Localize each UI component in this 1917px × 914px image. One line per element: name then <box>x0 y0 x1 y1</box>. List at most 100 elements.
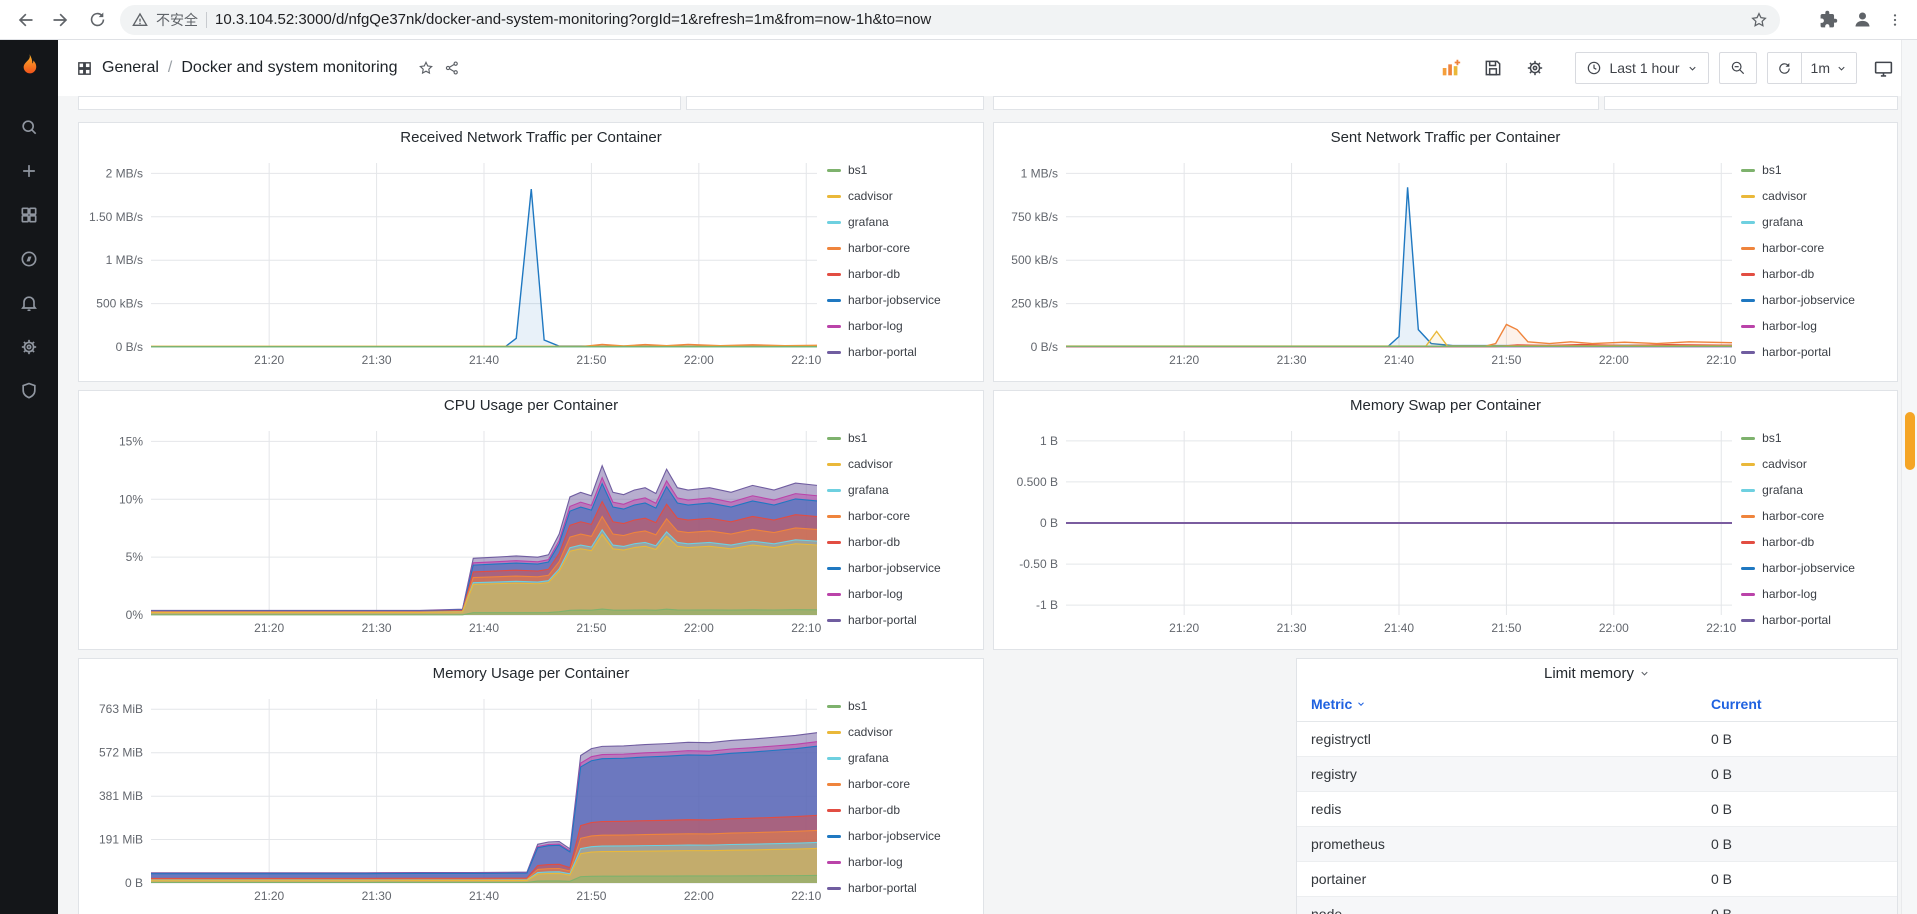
sidebar-item-alerting[interactable] <box>0 281 58 325</box>
dashboard-settings-button[interactable] <box>1519 52 1551 84</box>
chart-sent-network-traffic[interactable]: 0 B/s 250 kB/s 500 kB/s 750 kB/s 1 MB/s 21:20… <box>1002 151 1741 373</box>
legend-label: cadvisor <box>848 725 893 739</box>
chart-received-network-traffic[interactable]: 0 B/s 500 kB/s 1 MB/s 1.50 MB/s 2 MB/s 21:20 2… <box>87 151 827 373</box>
chevron-down-icon <box>1641 671 1648 676</box>
sidebar-item-create[interactable] <box>0 149 58 193</box>
svg-text:21:30: 21:30 <box>1277 621 1307 635</box>
legend-item-cadvisor[interactable]: cadvisor <box>1741 183 1889 209</box>
breadcrumb-folder[interactable]: General <box>102 59 159 77</box>
share-dashboard-icon[interactable] <box>444 60 460 76</box>
legend-item-harbor-core[interactable]: harbor-core <box>1741 235 1889 261</box>
legend-item-grafana[interactable]: grafana <box>827 745 975 771</box>
svg-text:1 MB/s: 1 MB/s <box>1021 166 1058 180</box>
legend-item-bs1[interactable]: bs1 <box>1741 157 1889 183</box>
legend-item-cadvisor[interactable]: cadvisor <box>827 183 975 209</box>
time-range-picker[interactable]: Last 1 hour <box>1575 52 1709 84</box>
legend-item-harbor-jobservice[interactable]: harbor-jobservice <box>827 555 975 581</box>
legend-item-harbor-log[interactable]: harbor-log <box>1741 313 1889 339</box>
panel-title[interactable]: Memory Usage per Container <box>79 659 983 687</box>
legend-item-harbor-jobservice[interactable]: harbor-jobservice <box>827 823 975 849</box>
legend-item-harbor-portal[interactable]: harbor-portal <box>827 607 975 633</box>
omnibox-divider <box>206 11 207 28</box>
legend-item-harbor-portal[interactable]: harbor-portal <box>827 339 975 365</box>
legend-item-harbor-core[interactable]: harbor-core <box>827 235 975 261</box>
legend-item-harbor-log[interactable]: harbor-log <box>827 581 975 607</box>
panel-title[interactable]: Memory Swap per Container <box>994 391 1897 419</box>
alerting-bell-icon <box>21 296 37 312</box>
dashboard-header: General / Docker and system monitoring L… <box>58 40 1917 96</box>
legend-item-grafana[interactable]: grafana <box>827 209 975 235</box>
legend-item-harbor-db[interactable]: harbor-db <box>1741 261 1889 287</box>
legend-item-grafana[interactable]: grafana <box>827 477 975 503</box>
legend-item-harbor-jobservice[interactable]: harbor-jobservice <box>1741 287 1889 313</box>
legend-item-bs1[interactable]: bs1 <box>1741 425 1889 451</box>
bookmark-star-icon[interactable] <box>1750 11 1768 29</box>
refresh-interval-select[interactable]: 1m <box>1800 53 1856 83</box>
browser-refresh-button[interactable] <box>82 5 112 35</box>
legend-item-harbor-portal[interactable]: harbor-portal <box>1741 607 1889 633</box>
legend-item-bs1[interactable]: bs1 <box>827 693 975 719</box>
legend-item-harbor-db[interactable]: harbor-db <box>1741 529 1889 555</box>
legend-swatch <box>827 298 841 302</box>
browser-menu-icon[interactable] <box>1887 12 1903 28</box>
add-panel-button[interactable] <box>1435 52 1467 84</box>
panel-title[interactable]: Received Network Traffic per Container <box>79 123 983 151</box>
legend-item-harbor-portal[interactable]: harbor-portal <box>827 875 975 901</box>
legend-item-harbor-core[interactable]: harbor-core <box>1741 503 1889 529</box>
legend-item-harbor-core[interactable]: harbor-core <box>827 771 975 797</box>
column-header-current[interactable]: Current <box>1697 687 1897 722</box>
panel-title[interactable]: CPU Usage per Container <box>79 391 983 419</box>
legend-swatch <box>1741 462 1756 466</box>
table-row: registryctl 0 B <box>1297 721 1897 757</box>
refresh-dashboard-button[interactable] <box>1767 53 1801 83</box>
legend-item-harbor-core[interactable]: harbor-core <box>827 503 975 529</box>
legend-item-grafana[interactable]: grafana <box>1741 209 1889 235</box>
url-bar[interactable]: 不安全 10.3.104.52:3000/d/nfgQe37nk/docker-… <box>120 4 1780 35</box>
legend-item-harbor-log[interactable]: harbor-log <box>1741 581 1889 607</box>
legend-item-harbor-log[interactable]: harbor-log <box>827 849 975 875</box>
security-label[interactable]: 不安全 <box>156 10 198 30</box>
zoom-out-button[interactable] <box>1718 52 1757 84</box>
panel-title[interactable]: Sent Network Traffic per Container <box>994 123 1897 151</box>
column-header-metric[interactable]: Metric <box>1297 687 1697 722</box>
legend-label: bs1 <box>848 163 868 177</box>
page-scrollbar[interactable] <box>1901 40 1917 914</box>
legend-label: harbor-core <box>1762 241 1825 255</box>
legend-item-cadvisor[interactable]: cadvisor <box>827 719 975 745</box>
browser-back-button[interactable] <box>10 5 40 35</box>
legend-item-harbor-db[interactable]: harbor-db <box>827 261 975 287</box>
extensions-puzzle-icon[interactable] <box>1819 10 1838 29</box>
breadcrumb-separator: / <box>167 59 173 76</box>
svg-text:22:10: 22:10 <box>1706 353 1736 367</box>
legend-item-harbor-db[interactable]: harbor-db <box>827 797 975 823</box>
svg-text:2 MB/s: 2 MB/s <box>106 166 143 180</box>
legend-item-harbor-db[interactable]: harbor-db <box>827 529 975 555</box>
sidebar-item-search[interactable] <box>0 105 58 149</box>
chart-cpu-usage[interactable]: 0% 5% 10% 15% 21:20 21:30 21:40 21:50 22:00 22:10 <box>87 419 827 641</box>
add-panel-icon <box>1443 59 1461 76</box>
legend-item-harbor-log[interactable]: harbor-log <box>827 313 975 339</box>
legend-item-cadvisor[interactable]: cadvisor <box>1741 451 1889 477</box>
legend-item-cadvisor[interactable]: cadvisor <box>827 451 975 477</box>
sidebar-item-dashboards[interactable] <box>0 193 58 237</box>
favorite-star-icon[interactable] <box>418 60 434 76</box>
legend-item-harbor-jobservice[interactable]: harbor-jobservice <box>827 287 975 313</box>
monitor-icon <box>1874 61 1892 77</box>
legend-item-harbor-jobservice[interactable]: harbor-jobservice <box>1741 555 1889 581</box>
grafana-logo[interactable] <box>16 52 43 79</box>
legend-item-grafana[interactable]: grafana <box>1741 477 1889 503</box>
legend-item-bs1[interactable]: bs1 <box>827 157 975 183</box>
panel-title[interactable]: Limit memory <box>1297 659 1897 687</box>
chart-memory-swap[interactable]: -1 B -0.50 B 0 B 0.500 B 1 B 21:20 21:30 21:40 2… <box>1002 419 1741 641</box>
chart-memory-usage[interactable]: 0 B 191 MiB 381 MiB 572 MiB 763 MiB 21:20 21:3… <box>87 687 827 909</box>
sidebar-item-configuration[interactable] <box>0 325 58 369</box>
sidebar-item-server-admin[interactable] <box>0 369 58 413</box>
browser-forward-button[interactable] <box>46 5 76 35</box>
tv-mode-button[interactable] <box>1867 52 1899 84</box>
legend-item-bs1[interactable]: bs1 <box>827 425 975 451</box>
sidebar-item-explore[interactable] <box>0 237 58 281</box>
save-dashboard-button[interactable] <box>1477 52 1509 84</box>
profile-avatar-icon[interactable] <box>1852 9 1873 30</box>
legend-item-harbor-portal[interactable]: harbor-portal <box>1741 339 1889 365</box>
scrollbar-thumb[interactable] <box>1905 412 1915 470</box>
